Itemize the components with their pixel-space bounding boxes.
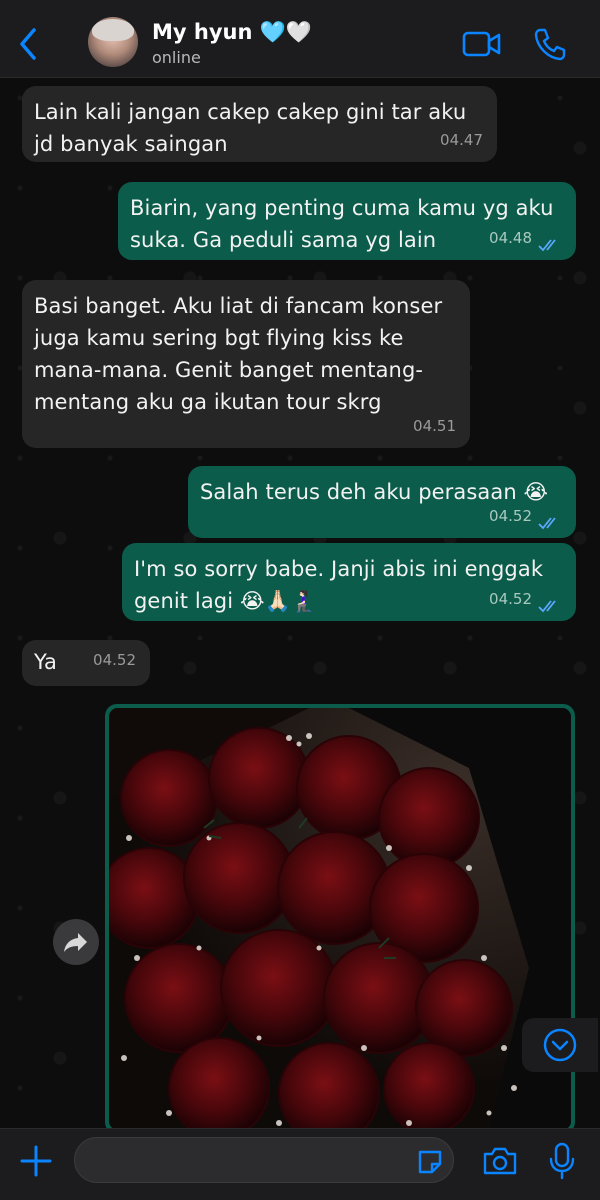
image-message[interactable]	[105, 704, 575, 1128]
attach-button[interactable]	[18, 1143, 54, 1179]
chat-header: My hyun 🩵🤍 online	[0, 0, 600, 78]
microphone-icon	[549, 1142, 575, 1180]
forward-arrow-icon	[64, 933, 87, 952]
message-incoming[interactable]: Lain kali jangan cakep cakep gini tar ak…	[22, 86, 497, 162]
composer-bar	[0, 1128, 600, 1200]
scroll-down-button[interactable]	[522, 1018, 598, 1072]
chevron-left-icon	[20, 28, 36, 60]
chat-area[interactable]: Lain kali jangan cakep cakep gini tar ak…	[0, 78, 600, 1128]
sticker-button[interactable]	[416, 1148, 444, 1176]
back-button[interactable]	[14, 26, 44, 62]
message-time: 04.52	[489, 590, 532, 608]
rose-bouquet-icon	[109, 708, 571, 1128]
message-outgoing[interactable]: Biarin, yang penting cuma kamu yg aku su…	[118, 182, 576, 260]
message-outgoing[interactable]: Salah terus deh aku perasaan 😭 04.52	[188, 466, 576, 538]
message-time: 04.52	[93, 651, 136, 669]
message-outgoing[interactable]: I'm so sorry babe. Janji abis ini enggak…	[122, 543, 576, 621]
message-time: 04.52	[489, 507, 532, 525]
contact-status: online	[152, 48, 201, 67]
rose-bouquet-image[interactable]	[109, 708, 571, 1128]
plus-icon	[20, 1145, 52, 1177]
read-ticks-icon	[538, 239, 556, 252]
camera-button[interactable]	[482, 1145, 518, 1177]
voice-call-button[interactable]	[533, 27, 567, 61]
chevron-down-circle-icon	[543, 1028, 577, 1062]
contact-name[interactable]: My hyun 🩵🤍	[152, 20, 312, 45]
message-incoming[interactable]: Ya 04.52	[22, 640, 150, 686]
message-input[interactable]	[74, 1137, 454, 1183]
message-time: 04.47	[440, 131, 483, 149]
forward-button[interactable]	[53, 919, 99, 965]
message-time: 04.48	[489, 229, 532, 247]
read-ticks-icon	[538, 517, 556, 530]
video-camera-icon	[462, 31, 501, 57]
phone-icon	[534, 28, 566, 61]
sticker-icon	[418, 1150, 442, 1174]
avatar[interactable]	[88, 17, 138, 67]
message-text: Basi banget. Aku liat di fancam konser j…	[34, 294, 443, 414]
avatar-hair	[92, 19, 134, 41]
read-ticks-icon	[538, 600, 556, 613]
video-call-button[interactable]	[462, 30, 502, 58]
message-text: Lain kali jangan cakep cakep gini tar ak…	[34, 100, 467, 156]
camera-icon	[483, 1147, 517, 1175]
message-incoming[interactable]: Basi banget. Aku liat di fancam konser j…	[22, 280, 470, 448]
message-time: 04.51	[413, 417, 456, 435]
voice-message-button[interactable]	[548, 1141, 576, 1181]
